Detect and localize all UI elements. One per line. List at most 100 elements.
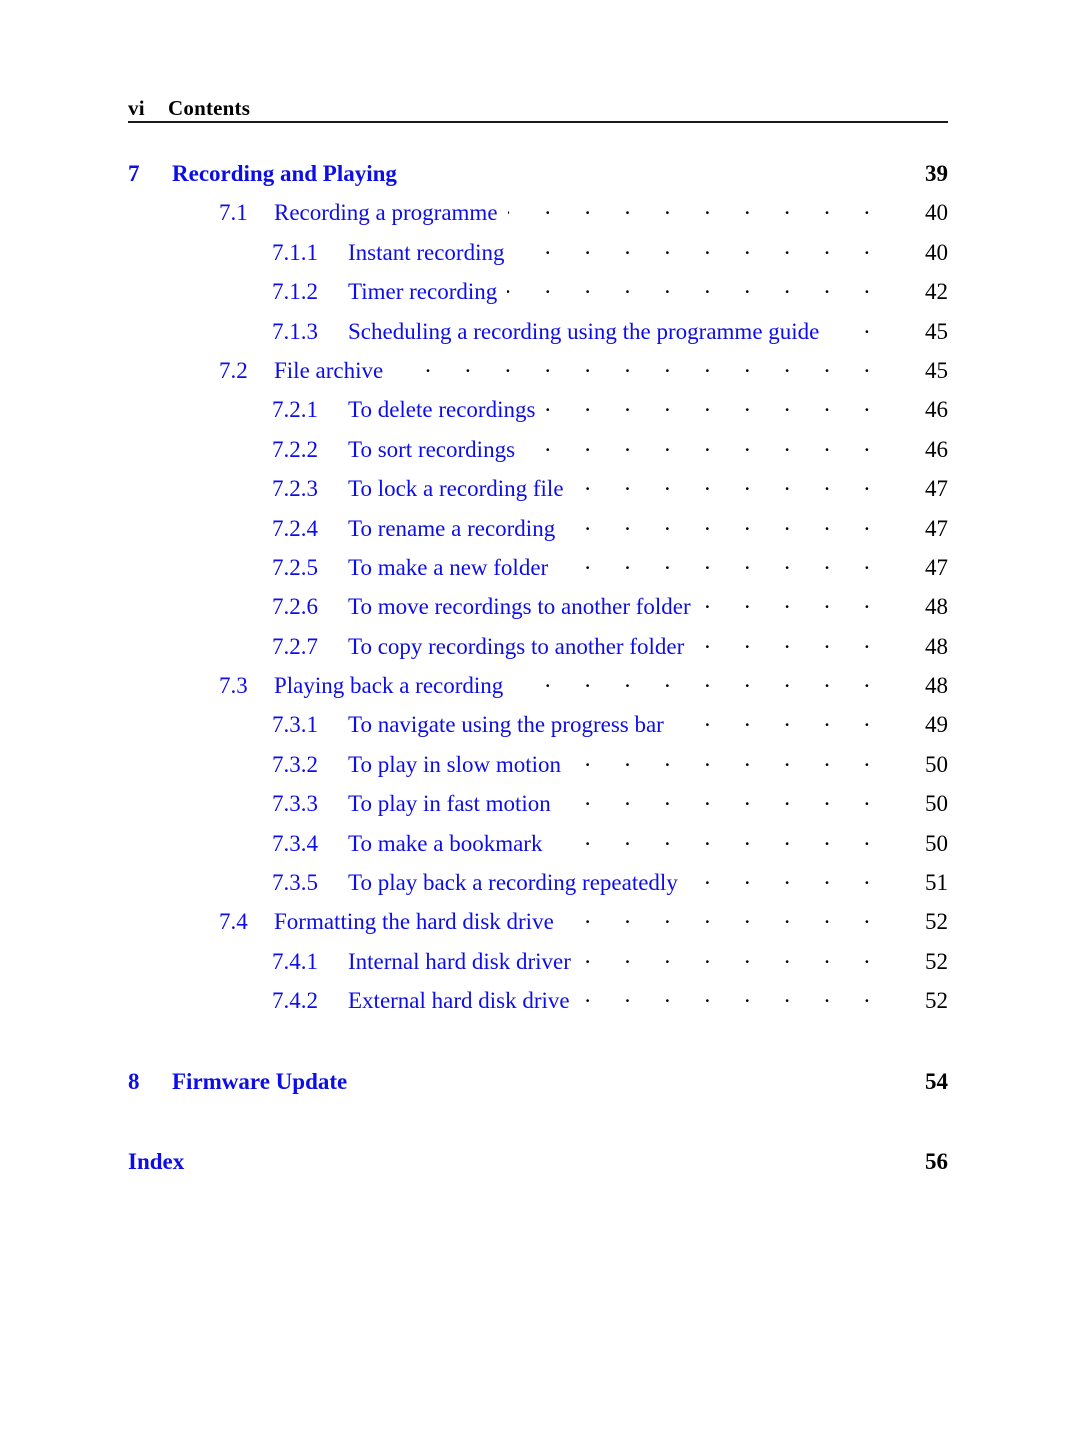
- toc-entry[interactable]: 7.4.2 External hard disk drive 52: [128, 985, 948, 1024]
- toc-entry-page-number: 56: [925, 1148, 948, 1174]
- toc-entry-title: To play back a recording repeatedly: [348, 870, 678, 896]
- toc-leader-dots: [513, 670, 884, 693]
- toc-entry-title: To rename a recording: [348, 515, 556, 541]
- toc-entry-page-number: 54: [925, 1068, 948, 1094]
- toc-entry[interactable]: 7.3.2 To play in slow motion 50: [128, 749, 948, 788]
- toc-leader-dots: [565, 513, 884, 536]
- table-of-contents: 7 Recording and Playing 39 7.1 Recording a p…: [128, 158, 948, 1185]
- toc-entry[interactable]: 7.4.1 Internal hard disk driver 52: [128, 946, 948, 985]
- toc-entry[interactable]: Index 56: [128, 1146, 948, 1185]
- toc-entry[interactable]: 7 Recording and Playing 39: [128, 158, 948, 197]
- toc-entry[interactable]: 7.3.4 To make a bookmark 50: [128, 828, 948, 867]
- toc-entry-title: External hard disk drive: [348, 988, 570, 1014]
- toc-leader-dots: [564, 906, 884, 929]
- toc-entry-number: 7.2.7: [272, 633, 318, 659]
- toc-entry-number: 7.4.2: [272, 988, 318, 1014]
- toc-entry-number: 7.2.6: [272, 594, 318, 620]
- toc-entry-number: 7.3.2: [272, 751, 318, 777]
- toc-entry-number: 7.2.1: [272, 397, 318, 423]
- toc-entry[interactable]: 7.4 Formatting the hard disk drive 52: [128, 906, 948, 945]
- toc-leader-dots: [574, 473, 884, 496]
- running-header: vi Contents: [128, 96, 948, 122]
- toc-entry-page-number: 39: [925, 161, 948, 186]
- toc-entry-page-number: 46: [925, 436, 948, 462]
- toc-entry-number: 7.1.1: [272, 239, 318, 265]
- toc-entry[interactable]: 7.1 Recording a programme 40: [128, 197, 948, 236]
- toc-leader-dots: [561, 788, 884, 811]
- toc-page: vi Contents 7 Recording and Playing 39 7.1 R…: [0, 0, 1080, 1439]
- toc-entry[interactable]: 7.2.1 To delete recordings 46: [128, 394, 948, 433]
- page-folio: vi: [128, 96, 145, 120]
- toc-entry[interactable]: 7.2.7 To copy recordings to another folde…: [128, 631, 948, 670]
- toc-entry-number: 7.2.5: [272, 554, 318, 580]
- toc-entry-number: 7.3.3: [272, 791, 318, 817]
- toc-entry-page-number: 49: [925, 712, 948, 738]
- toc-entry-page-number: 52: [925, 988, 948, 1014]
- toc-entry-title: To move recordings to another folder: [348, 594, 691, 620]
- toc-entry-title: Internal hard disk driver: [348, 948, 571, 974]
- toc-entry-title: To play in fast motion: [348, 791, 551, 817]
- toc-entry[interactable]: 7.2.6 To move recordings to another folde…: [128, 591, 948, 630]
- toc-entry-number: 7.3: [219, 673, 248, 699]
- toc-entry-number: 7.3.1: [272, 712, 318, 738]
- toc-leader-dots: [694, 631, 884, 654]
- toc-leader-dots: [674, 709, 884, 732]
- toc-entry[interactable]: 7.1.2 Timer recording 42: [128, 276, 948, 315]
- toc-entry[interactable]: 7.2.5 To make a new folder 47: [128, 552, 948, 591]
- toc-entry-page-number: 50: [925, 751, 948, 777]
- toc-entry[interactable]: 7.2.4 To rename a recording 47: [128, 513, 948, 552]
- toc-leader-dots: [688, 867, 884, 890]
- toc-entry-title: To navigate using the progress bar: [348, 712, 664, 738]
- toc-entry-number: 7.1.2: [272, 279, 318, 305]
- toc-entry-number: 7: [128, 161, 140, 186]
- toc-leader-dots: [581, 946, 884, 969]
- toc-entry[interactable]: 7.3.1 To navigate using the progress bar 4…: [128, 709, 948, 748]
- toc-entry-page-number: 45: [925, 318, 948, 344]
- toc-leader-dots: [552, 828, 884, 851]
- toc-entry[interactable]: 7.1.3 Scheduling a recording using the pr…: [128, 316, 948, 355]
- toc-entry[interactable]: 7.2 File archive 45: [128, 355, 948, 394]
- toc-entry-page-number: 51: [925, 870, 948, 896]
- toc-leader-dots: [507, 276, 884, 299]
- toc-entry-page-number: 47: [925, 554, 948, 580]
- toc-entry[interactable]: 7.2.3 To lock a recording file 47: [128, 473, 948, 512]
- toc-entry-number: 7.3.5: [272, 870, 318, 896]
- toc-entry-title: Recording a programme: [274, 200, 498, 226]
- toc-entry[interactable]: 7.2.2 To sort recordings 46: [128, 434, 948, 473]
- toc-entry-title: Formatting the hard disk drive: [274, 909, 554, 935]
- toc-leader-dots: [393, 355, 884, 378]
- toc-entry[interactable]: 7.3.3 To play in fast motion 50: [128, 788, 948, 827]
- toc-entry-number: 7.2: [219, 357, 248, 383]
- toc-leader-dots: [701, 591, 884, 614]
- toc-entry-page-number: 50: [925, 791, 948, 817]
- toc-entry-page-number: 47: [925, 515, 948, 541]
- toc-entry-page-number: 48: [925, 594, 948, 620]
- toc-entry-title: Playing back a recording: [274, 673, 504, 699]
- toc-entry-page-number: 48: [925, 673, 948, 699]
- toc-entry[interactable]: 8 Firmware Update 54: [128, 1066, 948, 1105]
- toc-entry-page-number: 52: [925, 948, 948, 974]
- toc-leader-dots: [545, 394, 884, 417]
- toc-entry-title: Recording and Playing: [172, 161, 397, 186]
- toc-entry-title: Index: [128, 1148, 185, 1174]
- toc-entry-page-number: 50: [925, 830, 948, 856]
- toc-entry-page-number: 47: [925, 476, 948, 502]
- toc-leader-dots: [514, 237, 884, 260]
- toc-entry[interactable]: 7.1.1 Instant recording 40: [128, 237, 948, 276]
- toc-entry[interactable]: 7.3 Playing back a recording 48: [128, 670, 948, 709]
- toc-entry-title: To delete recordings: [348, 397, 536, 423]
- toc-entry-title: Firmware Update: [172, 1068, 348, 1094]
- toc-entry-page-number: 48: [925, 633, 948, 659]
- toc-entry-title: To play in slow motion: [348, 751, 562, 777]
- toc-leader-dots: [508, 197, 884, 220]
- toc-entry-title: Timer recording: [348, 279, 498, 305]
- toc-entry-number: 7.4.1: [272, 948, 318, 974]
- running-header-title: Contents: [168, 96, 251, 120]
- toc-entry-title: To copy recordings to another folder: [348, 633, 685, 659]
- toc-entry-page-number: 42: [925, 279, 948, 305]
- toc-entry-title: Scheduling a recording using the program…: [348, 318, 820, 344]
- toc-leader-dots: [525, 434, 884, 457]
- toc-entry[interactable]: 7.3.5 To play back a recording repeatedly…: [128, 867, 948, 906]
- toc-entry-title: File archive: [274, 357, 384, 383]
- toc-leader-dots: [571, 749, 884, 772]
